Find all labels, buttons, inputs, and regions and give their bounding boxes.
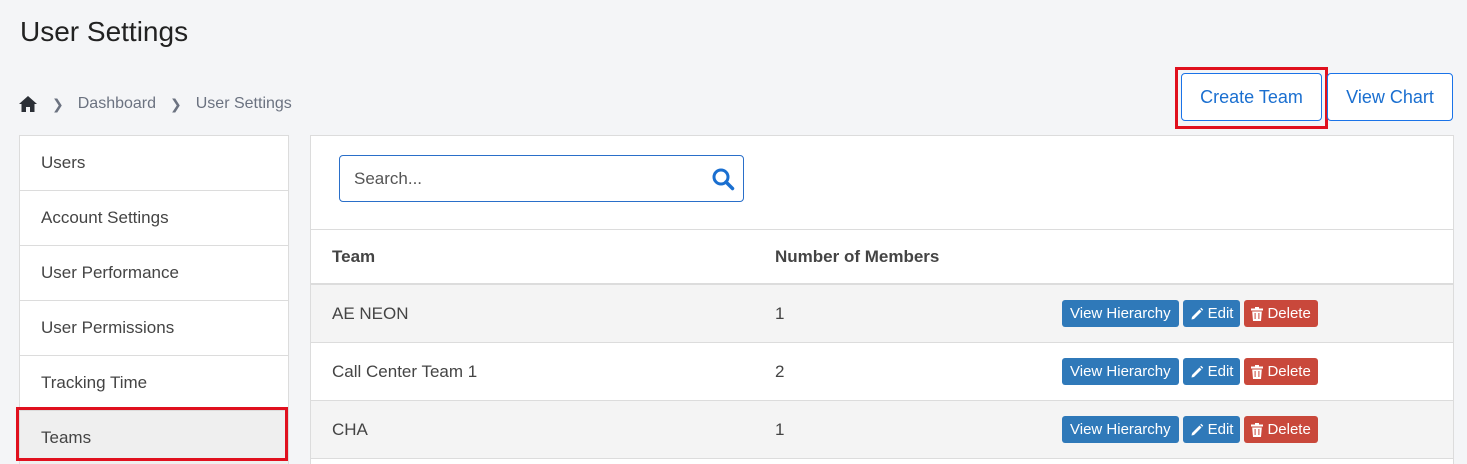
settings-sidebar: Users Account Settings User Performance … <box>19 135 289 464</box>
breadcrumb: ❯ Dashboard ❯ User Settings <box>18 95 292 113</box>
table-row: Call Center Team 1 2 View Hierarchy Edit… <box>311 343 1453 401</box>
delete-button[interactable]: Delete <box>1244 416 1318 443</box>
chevron-right-icon: ❯ <box>52 95 64 112</box>
trash-icon <box>1251 306 1264 321</box>
page-title: User Settings <box>20 16 189 47</box>
delete-button[interactable]: Delete <box>1244 358 1318 385</box>
member-count: 1 <box>775 303 785 323</box>
edit-button[interactable]: Edit <box>1182 358 1241 385</box>
delete-label: Delete <box>1267 305 1311 322</box>
edit-label: Edit <box>1207 305 1234 322</box>
pencil-icon <box>1191 423 1203 435</box>
edit-button[interactable]: Edit <box>1182 300 1241 327</box>
breadcrumb-user-settings: User Settings <box>195 95 292 112</box>
search-input[interactable] <box>340 168 700 189</box>
pencil-icon <box>1191 307 1203 319</box>
view-hierarchy-label: View Hierarchy <box>1070 421 1171 438</box>
team-name: CHA <box>332 419 368 439</box>
team-name: Call Center Team 1 <box>332 361 478 381</box>
header-team[interactable]: Team <box>311 247 754 267</box>
trash-icon <box>1251 364 1264 379</box>
member-count: 1 <box>775 419 785 439</box>
view-chart-button[interactable]: View Chart <box>1327 73 1453 121</box>
view-hierarchy-button[interactable]: View Hierarchy <box>1062 300 1179 327</box>
view-hierarchy-label: View Hierarchy <box>1070 305 1171 322</box>
pencil-icon <box>1191 365 1203 377</box>
table-row: AE NEON 1 View Hierarchy Edit Delete <box>311 285 1453 343</box>
search-icon[interactable] <box>711 167 735 191</box>
delete-label: Delete <box>1267 421 1311 438</box>
sidebar-item-account-settings[interactable]: Account Settings <box>20 191 288 246</box>
view-hierarchy-label: View Hierarchy <box>1070 363 1171 380</box>
edit-label: Edit <box>1207 363 1234 380</box>
table-header: Team Number of Members <box>311 229 1453 285</box>
view-hierarchy-button[interactable]: View Hierarchy <box>1062 358 1179 385</box>
teams-table: Team Number of Members AE NEON 1 View Hi… <box>311 229 1453 459</box>
teams-panel: Team Number of Members AE NEON 1 View Hi… <box>310 135 1454 464</box>
table-row: CHA 1 View Hierarchy Edit Delete <box>311 401 1453 459</box>
breadcrumb-dashboard[interactable]: Dashboard <box>78 95 156 113</box>
sidebar-item-user-performance[interactable]: User Performance <box>20 246 288 301</box>
team-name: AE NEON <box>332 303 409 323</box>
edit-button[interactable]: Edit <box>1182 416 1241 443</box>
sidebar-item-user-permissions[interactable]: User Permissions <box>20 301 288 356</box>
search-box <box>339 155 744 202</box>
edit-label: Edit <box>1207 421 1234 438</box>
view-hierarchy-button[interactable]: View Hierarchy <box>1062 416 1179 443</box>
sidebar-item-tracking-time[interactable]: Tracking Time <box>20 356 288 411</box>
header-members[interactable]: Number of Members <box>754 247 1062 267</box>
home-icon[interactable] <box>18 95 38 113</box>
sidebar-item-users[interactable]: Users <box>20 136 288 191</box>
sidebar-item-teams[interactable]: Teams <box>20 411 288 464</box>
delete-button[interactable]: Delete <box>1244 300 1318 327</box>
member-count: 2 <box>775 361 785 381</box>
trash-icon <box>1251 422 1264 437</box>
delete-label: Delete <box>1267 363 1311 380</box>
create-team-button[interactable]: Create Team <box>1181 73 1322 121</box>
chevron-right-icon: ❯ <box>170 95 182 112</box>
